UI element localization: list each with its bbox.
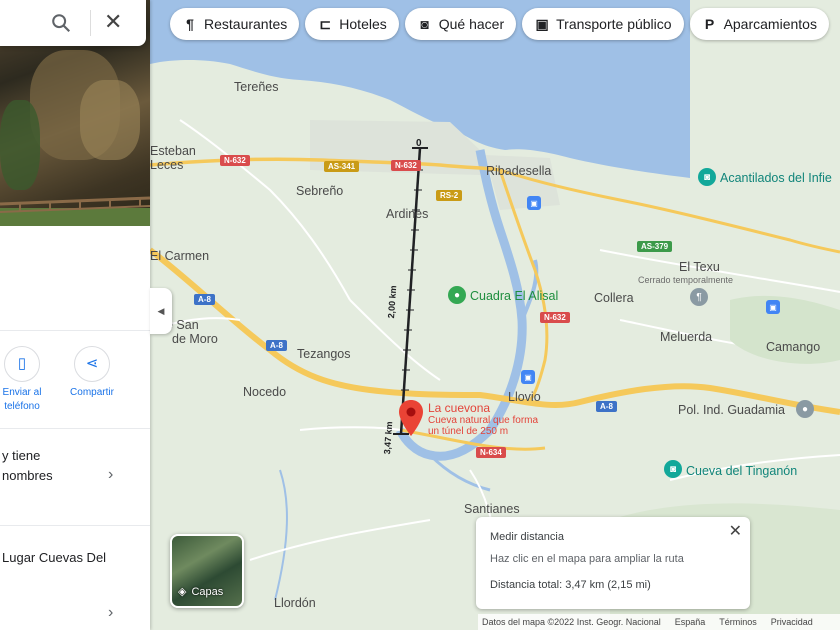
place-meluerda[interactable]: Meluerda	[660, 330, 712, 344]
measure-title: Medir distancia	[490, 531, 564, 543]
place-pin-icon[interactable]: ●	[796, 400, 814, 418]
poi-tinganon[interactable]: Cueva del Tinganón	[686, 464, 797, 478]
place-el-carmen[interactable]: El Carmen	[150, 249, 209, 263]
road-shield: N-632	[540, 312, 570, 323]
road-shield: N-632	[391, 160, 421, 171]
place-ribadesella[interactable]: Ribadesella	[486, 164, 551, 178]
map-footer: Datos del mapa ©2022 Inst. Geogr. Nacion…	[478, 614, 840, 630]
road-shield: N-634	[476, 447, 506, 458]
place-terenes[interactable]: Tereñes	[234, 80, 278, 94]
place-sebreno[interactable]: Sebreño	[296, 184, 343, 198]
measure-start-label: 0	[416, 138, 422, 149]
road-shield: N-632	[220, 155, 250, 166]
names-row[interactable]: nombres	[2, 468, 53, 483]
transit-stop-icon[interactable]: ▣	[766, 300, 780, 314]
measure-distance-card: ✕ Medir distancia Haz clic en el mapa pa…	[476, 517, 750, 609]
park-poi-icon[interactable]: ●	[448, 286, 466, 304]
chip-label: Hoteles	[339, 16, 387, 32]
share-button[interactable]: ⋖ Compartir	[62, 346, 122, 400]
poi-cuevona-desc: Cueva natural que forma	[428, 415, 539, 426]
chip-label: Aparcamientos	[723, 16, 817, 32]
layers-label: Capas	[191, 585, 224, 598]
poi-closed-label: Cerrado temporalmente	[638, 275, 734, 285]
place-tezangos[interactable]: Tezangos	[297, 347, 351, 361]
place-moro[interactable]: de Moro	[172, 332, 218, 346]
chip-qué-hacer[interactable]: ◙ Qué hacer	[404, 8, 517, 40]
search-box[interactable]: ✕	[0, 0, 146, 46]
hotel-icon: ⊏	[319, 15, 332, 32]
chip-label: Qué hacer	[438, 16, 505, 32]
place-leces[interactable]: Leces	[150, 158, 183, 172]
poi-acantilados[interactable]: Acantilados del Infie	[720, 171, 832, 185]
camera-icon: ◙	[420, 16, 429, 32]
place-llovio[interactable]: Llovio	[508, 390, 541, 404]
close-icon[interactable]: ✕	[104, 10, 122, 34]
search-icon[interactable]	[50, 12, 72, 34]
road-shield: A-8	[194, 294, 215, 305]
place-nocedo[interactable]: Nocedo	[243, 385, 286, 399]
privacy-link[interactable]: Privacidad	[771, 617, 813, 627]
poi-cuevona-desc: un túnel de 250 m	[428, 426, 509, 437]
place-santianes[interactable]: Santianes	[464, 502, 520, 516]
chevron-right-icon[interactable]: ›	[108, 604, 113, 622]
layers-icon: ◈	[178, 586, 187, 598]
chip-hoteles[interactable]: ⊏ Hoteles	[305, 8, 399, 40]
send-to-phone-button[interactable]: ▯ Enviar al teléfono	[0, 346, 52, 414]
place-esteban[interactable]: Esteban	[150, 144, 196, 158]
lugar-text[interactable]: Lugar Cuevas Del	[2, 550, 106, 565]
camera-poi-icon[interactable]: ◙	[664, 460, 682, 478]
collapse-panel-button[interactable]: ◀	[150, 288, 172, 334]
side-panel: ✕ ▯ Enviar al teléfono ⋖ Compartir y tie…	[0, 0, 150, 630]
chevron-right-icon[interactable]: ›	[108, 466, 113, 484]
map-pin-icon[interactable]	[399, 400, 423, 436]
terms-link[interactable]: Términos	[719, 617, 757, 627]
transit-stop-icon[interactable]: ▣	[521, 370, 535, 384]
road-shield: AS-341	[324, 161, 360, 172]
place-pol-ind[interactable]: Pol. Ind. Guadamia	[678, 403, 785, 417]
poi-cuadra[interactable]: Cuadra El Alisal	[470, 289, 558, 303]
restaurant-poi-icon[interactable]: ¶	[690, 288, 708, 306]
road-shield: A-8	[266, 340, 287, 351]
road-shield: A-8	[596, 401, 617, 412]
measure-hint: Haz clic en el mapa para ampliar la ruta	[490, 553, 684, 565]
phone-icon: ▯	[4, 346, 40, 382]
share-icon: ⋖	[74, 346, 110, 382]
chip-aparcamientos[interactable]: P Aparcamientos	[689, 8, 829, 40]
close-icon[interactable]: ✕	[729, 521, 742, 541]
chip-label: Transporte público	[556, 16, 672, 32]
road-shield: RS-2	[436, 190, 463, 201]
restaurant-icon: ¶	[186, 16, 194, 32]
measure-total: Distancia total: 3,47 km (2,15 mi)	[490, 579, 651, 591]
description-text: y tiene	[2, 448, 41, 463]
layers-button[interactable]: ◈ Capas	[170, 534, 244, 608]
transit-stop-icon[interactable]: ▣	[527, 196, 541, 210]
parking-icon: P	[704, 16, 715, 32]
transit-icon: ▣	[535, 15, 549, 32]
place-el-texu[interactable]: El Texu	[679, 260, 720, 274]
place-collera[interactable]: Collera	[594, 291, 634, 305]
country-link[interactable]: España	[675, 617, 706, 627]
poi-cuevona[interactable]: La cuevona	[428, 401, 490, 415]
place-llordon[interactable]: Llordón	[274, 596, 316, 610]
chip-restaurantes[interactable]: ¶ Restaurantes	[170, 8, 300, 40]
chip-transporte-público[interactable]: ▣ Transporte público	[522, 8, 684, 40]
place-ardines[interactable]: Ardines	[386, 207, 428, 221]
place-camango[interactable]: Camango	[766, 340, 820, 354]
road-shield: AS-379	[637, 241, 673, 252]
camera-poi-icon[interactable]: ◙	[698, 168, 716, 186]
category-chips: ¶ Restaurantes ⊏ Hoteles ◙ Qué hacer ▣ Transpor…	[170, 8, 829, 40]
map-data-attribution: Datos del mapa ©2022 Inst. Geogr. Nacion…	[482, 617, 661, 627]
chip-label: Restaurantes	[204, 16, 288, 32]
